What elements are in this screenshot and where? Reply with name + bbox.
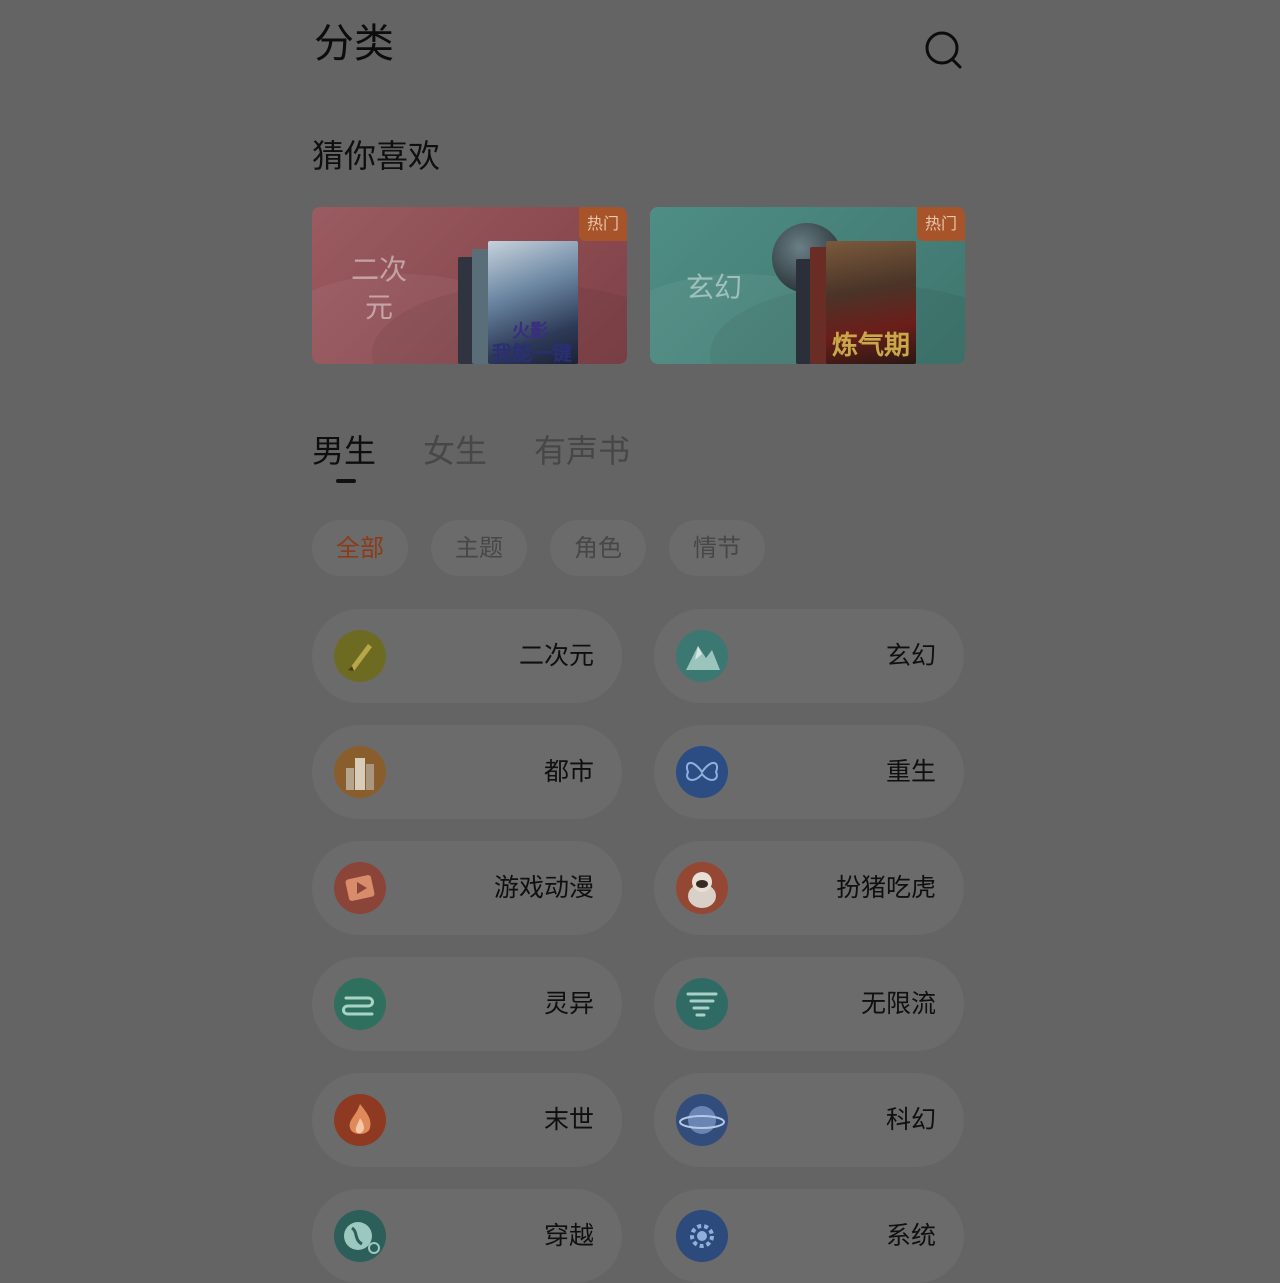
category-label: 末世 <box>543 1105 594 1134</box>
category-xitong[interactable]: 系统 <box>654 1189 964 1283</box>
recommend-card-erciyuan[interactable]: 二次元 火影 我能一键满级 热门 <box>312 207 627 364</box>
category-label: 灵异 <box>543 989 594 1018</box>
recommend-card-label: 二次元 <box>350 253 407 324</box>
tab-indicator <box>336 479 356 483</box>
chip-plot[interactable]: 情节 <box>669 520 765 576</box>
category-label: 科幻 <box>885 1105 936 1134</box>
category-banzhuchihu[interactable]: 扮猪吃虎 <box>654 841 964 935</box>
category-label: 游戏动漫 <box>493 873 594 902</box>
category-label: 都市 <box>543 757 594 786</box>
recommend-card-label: 玄幻 <box>686 271 743 304</box>
butterfly-icon <box>676 746 728 798</box>
brush-icon <box>334 630 386 682</box>
category-label: 重生 <box>885 757 936 786</box>
page-title: 分类 <box>314 21 394 67</box>
fire-icon <box>334 1094 386 1146</box>
chip-theme[interactable]: 主题 <box>431 520 527 576</box>
category-lingyi[interactable]: 灵异 <box>312 957 622 1051</box>
category-kehuan[interactable]: 科幻 <box>654 1073 964 1167</box>
category-moshi[interactable]: 末世 <box>312 1073 622 1167</box>
category-label: 玄幻 <box>885 641 936 670</box>
book-cover-title: 炼气期 <box>832 331 911 361</box>
book-cover-title: 我能一键满级 <box>492 341 572 364</box>
pig-icon <box>676 862 728 914</box>
category-erciyuan[interactable]: 二次元 <box>312 609 622 703</box>
globe-icon <box>334 1210 386 1262</box>
book-cover: 炼气期 <box>826 241 916 364</box>
hot-badge: 热门 <box>579 207 627 241</box>
tab-male[interactable]: 男生 <box>312 428 376 474</box>
category-dushi[interactable]: 都市 <box>312 725 622 819</box>
hot-badge: 热门 <box>917 207 965 241</box>
play-icon <box>334 862 386 914</box>
category-label: 二次元 <box>518 641 594 670</box>
gear-icon <box>676 1210 728 1262</box>
category-chuanyue[interactable]: 穿越 <box>312 1189 622 1283</box>
category-label: 穿越 <box>543 1221 594 1250</box>
recommend-card-xuanhuan[interactable]: 玄幻 炼气期 热门 <box>650 207 965 364</box>
tornado-icon <box>676 978 728 1030</box>
category-page: 分类 猜你喜欢 二次元 火影 我能一键满级 热门 玄幻 炼气期 热门 男生 女生 <box>312 0 966 1283</box>
category-chongsheng[interactable]: 重生 <box>654 725 964 819</box>
mountain-icon <box>676 630 728 682</box>
tab-audiobook[interactable]: 有声书 <box>534 428 630 474</box>
section-title-recommend: 猜你喜欢 <box>312 137 441 175</box>
city-icon <box>334 746 386 798</box>
chip-all[interactable]: 全部 <box>312 520 408 576</box>
category-label: 系统 <box>885 1221 936 1250</box>
chip-role[interactable]: 角色 <box>550 520 646 576</box>
planet-icon <box>676 1094 728 1146</box>
tab-female[interactable]: 女生 <box>423 428 487 474</box>
category-xuanhuan[interactable]: 玄幻 <box>654 609 964 703</box>
category-youxidongman[interactable]: 游戏动漫 <box>312 841 622 935</box>
book-cover: 火影 我能一键满级 <box>488 241 578 364</box>
category-wuxianliu[interactable]: 无限流 <box>654 957 964 1051</box>
search-icon[interactable] <box>925 30 963 70</box>
wind-icon <box>334 978 386 1030</box>
category-label: 扮猪吃虎 <box>835 873 936 902</box>
category-label: 无限流 <box>860 989 936 1018</box>
